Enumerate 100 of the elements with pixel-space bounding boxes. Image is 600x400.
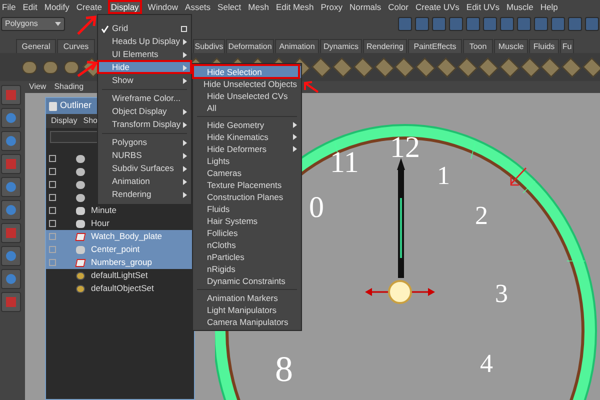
menu-item[interactable]: File	[2, 0, 16, 14]
outliner-row[interactable]	[46, 178, 87, 191]
menu-item[interactable]: Modify	[44, 0, 70, 14]
shelf-tab[interactable]: Toon	[463, 39, 493, 53]
tool-button[interactable]	[1, 85, 21, 105]
shelf-tool-icon[interactable]	[64, 60, 79, 74]
menu-item[interactable]: Camera Manipulators	[193, 316, 301, 328]
toolbar-icon[interactable]	[398, 17, 412, 31]
menu-item[interactable]: nCloths	[193, 239, 301, 251]
menu-item[interactable]: Construction Planes	[193, 191, 301, 203]
menu-item[interactable]: Display	[51, 115, 78, 127]
outliner-row[interactable]: Hour	[46, 217, 112, 230]
option-box-icon[interactable]	[181, 26, 187, 32]
menu-item[interactable]: Sho	[83, 115, 98, 127]
shelf-tool-icon[interactable]	[22, 60, 37, 74]
menu-item[interactable]: All	[193, 102, 301, 114]
tool-button[interactable]	[1, 177, 21, 197]
toolbar-icon[interactable]	[432, 17, 446, 31]
menu-item[interactable]: Subdiv Surfaces	[98, 162, 191, 175]
toolbar-icon[interactable]	[483, 17, 497, 31]
panel-menu-item[interactable]: Shading	[54, 81, 84, 93]
tool-button[interactable]	[1, 223, 21, 243]
menu-item[interactable]: Hair Systems	[193, 215, 301, 227]
menu-item[interactable]: Light Manipulators	[193, 304, 301, 316]
menu-item[interactable]: nParticles	[193, 251, 301, 263]
toolbar-icon[interactable]	[415, 17, 429, 31]
menu-item[interactable]: Grid	[98, 22, 191, 35]
outliner-row[interactable]	[46, 191, 87, 204]
toolbar-icon[interactable]	[551, 17, 565, 31]
toolbar-icon[interactable]	[500, 17, 514, 31]
submenu-arrow-icon	[183, 140, 187, 146]
outliner-row[interactable]: defaultObjectSet	[46, 282, 156, 295]
toolbar-icon[interactable]	[466, 17, 480, 31]
menu-item[interactable]: Edit Mesh	[276, 0, 314, 14]
tool-button[interactable]	[1, 269, 21, 289]
toolbar-icon[interactable]	[517, 17, 531, 31]
menu-item[interactable]: Heads Up Display	[98, 35, 191, 48]
toolbar-icon[interactable]	[534, 17, 548, 31]
menu-item[interactable]: Transform Display	[98, 118, 191, 131]
menu-item[interactable]: Select	[218, 0, 242, 14]
menu-item[interactable]: UI Elements	[98, 48, 191, 61]
shelf-tab[interactable]: Fu	[560, 39, 574, 53]
menu-item[interactable]: nRigids	[193, 263, 301, 275]
shelf-tab[interactable]: Fluids	[529, 39, 559, 53]
menu-item[interactable]: Fluids	[193, 203, 301, 215]
shelf-tab[interactable]: Dynamics	[320, 39, 362, 53]
menu-item[interactable]: Wireframe Color...	[98, 92, 191, 105]
menu-item[interactable]: Hide Unselected CVs	[193, 90, 301, 102]
tool-button[interactable]	[1, 200, 21, 220]
outliner-row[interactable]: defaultLightSet	[46, 269, 150, 282]
menu-item[interactable]: Hide Geometry	[193, 119, 301, 131]
shelf-tab[interactable]: Subdivs	[193, 39, 225, 53]
shelf-tab[interactable]: Curves	[57, 39, 95, 53]
shelf-tab[interactable]: Animation	[275, 39, 319, 53]
mode-dropdown[interactable]: Polygons	[1, 17, 65, 31]
shelf-tab[interactable]: Rendering	[363, 39, 407, 53]
menu-item[interactable]: Lights	[193, 155, 301, 167]
menu-item[interactable]: Cameras	[193, 167, 301, 179]
menu-item[interactable]: Window	[148, 0, 178, 14]
menu-item[interactable]: Hide Unselected Objects	[193, 78, 301, 90]
shelf-tab[interactable]: PaintEffects	[408, 39, 462, 53]
shelf-tab[interactable]: Muscle	[494, 39, 528, 53]
menu-item[interactable]: Object Display	[98, 105, 191, 118]
outliner-row[interactable]	[46, 152, 87, 165]
menu-item[interactable]: Hide Kinematics	[193, 131, 301, 143]
menu-item[interactable]: Rendering	[98, 188, 191, 201]
menu-item[interactable]: Follicles	[193, 227, 301, 239]
menu-item[interactable]: Create	[76, 0, 102, 14]
menu-item[interactable]: Animation Markers	[193, 292, 301, 304]
tool-button[interactable]	[1, 246, 21, 266]
menu-item[interactable]: NURBS	[98, 149, 191, 162]
outliner-row[interactable]: Minute	[46, 204, 119, 217]
menu-item[interactable]: Assets	[185, 0, 211, 14]
menu-item[interactable]: Color	[388, 0, 408, 14]
menu-item[interactable]: Edit UVs	[466, 0, 500, 14]
menu-item[interactable]: Animation	[98, 175, 191, 188]
menu-item[interactable]: Muscle	[506, 0, 534, 14]
menu-item[interactable]: Normals	[350, 0, 382, 14]
menu-item[interactable]: Edit	[22, 0, 38, 14]
shelf-tab[interactable]: General	[16, 39, 56, 53]
menu-item[interactable]: Help	[540, 0, 558, 14]
toolbar-icon[interactable]	[449, 17, 463, 31]
tool-button[interactable]	[1, 108, 21, 128]
menu-item[interactable]: Mesh	[248, 0, 269, 14]
menu-item[interactable]: Show	[98, 74, 191, 87]
toolbar-icon[interactable]	[568, 17, 582, 31]
menu-item[interactable]: Polygons	[98, 136, 191, 149]
tool-button[interactable]	[1, 131, 21, 151]
shelf-tab[interactable]: Deformation	[226, 39, 274, 53]
tool-button[interactable]	[1, 154, 21, 174]
menu-item[interactable]: Dynamic Constraints	[193, 275, 301, 287]
shelf-tool-icon[interactable]	[42, 60, 58, 74]
menu-item[interactable]: Texture Placements	[193, 179, 301, 191]
menu-item[interactable]: Proxy	[320, 0, 342, 14]
toolbar-icon[interactable]	[585, 17, 599, 31]
tool-button[interactable]	[1, 292, 21, 312]
panel-menu-item[interactable]: View	[29, 81, 46, 93]
menu-item[interactable]: Create UVs	[415, 0, 460, 14]
outliner-row[interactable]	[46, 165, 87, 178]
menu-item[interactable]: Hide Deformers	[193, 143, 301, 155]
